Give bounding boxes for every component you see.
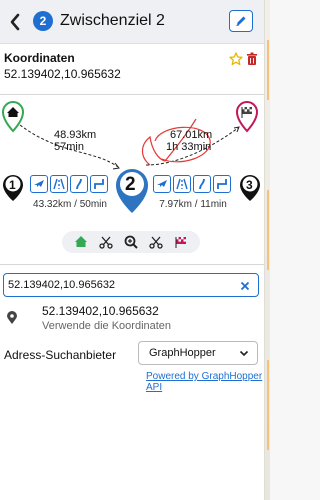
star-icon[interactable] [229,52,243,66]
right-segment-duration: 1h 33min [166,141,212,153]
mode-motorway-right[interactable] [173,175,191,193]
provider-select[interactable]: GraphHopper [138,341,258,365]
set-destination-button[interactable] [173,234,189,250]
map-road [267,190,269,270]
trash-icon[interactable] [246,52,258,66]
mode-plane-left[interactable] [30,175,48,193]
map-edge[interactable] [264,0,270,500]
suggestion-subtitle: Verwende die Koordinaten [42,320,172,332]
mode-road-left[interactable] [70,175,88,193]
route-icon [94,179,104,189]
marker-2-number: 2 [125,174,136,195]
mode-plane-right[interactable] [153,175,171,193]
route-tools-bar [62,231,200,253]
right-leg-summary: 7.97km / 11min [159,199,227,210]
marker-1-number: 1 [9,178,16,192]
edit-button[interactable] [229,10,253,32]
chevron-down-icon [239,350,249,357]
divider [0,264,264,265]
start-marker[interactable] [1,101,25,133]
set-start-button[interactable] [73,234,89,250]
mode-route-right[interactable] [213,175,231,193]
powered-by-link[interactable]: Powered by GraphHopper API [146,371,270,393]
route-icon [217,179,227,189]
map-pin-icon [7,311,17,324]
motorway-icon [53,178,65,190]
waypoint-panel: 2 Zwischenziel 2 Koordinaten 52.139402,1… [0,0,270,500]
provider-label: Adress-Suchanbieter [4,348,117,362]
chevron-left-icon [10,13,20,31]
provider-selected: GraphHopper [149,347,216,359]
left-leg-summary: 43.32km / 50min [33,199,107,210]
mode-motorway-left[interactable] [50,175,68,193]
split-right-button[interactable] [148,234,164,250]
map-road [267,360,269,450]
zoom-icon [124,235,138,249]
search-suggestion[interactable]: 52.139402,10.965632 Verwende die Koordin… [0,302,264,334]
plane-icon [34,180,44,187]
mode-road-right[interactable] [193,175,211,193]
coordinates-label: Koordinaten [4,51,75,65]
pencil-icon [236,16,246,26]
right-mode-group [153,175,233,193]
plane-icon [157,180,167,187]
scissors-icon [99,236,113,249]
map-road [267,40,269,100]
split-left-button[interactable] [98,234,114,250]
header-bar: 2 Zwischenziel 2 [0,0,264,44]
road-icon [76,178,82,190]
motorway-icon [176,178,188,190]
mode-route-left[interactable] [90,175,108,193]
page-title: Zwischenziel 2 [60,12,165,29]
clear-button[interactable] [240,276,250,294]
left-segment-distance: 48.93km [54,129,97,141]
left-segment-duration: 57min [54,141,84,153]
search-box [3,273,259,297]
suggestion-title: 52.139402,10.965632 [42,304,159,318]
right-segment-distance: 67.01km [170,129,213,141]
route-diagram: 1 3 2 48.93km 57min 67.01km 1h 33min 43.… [0,95,264,255]
road-icon [199,178,205,190]
home-icon [74,236,87,247]
marker-3-number: 3 [246,178,253,192]
zoom-button[interactable] [123,234,139,250]
end-marker[interactable] [235,101,259,133]
close-icon [240,281,250,291]
scissors-icon [149,236,163,249]
waypoint-number-badge: 2 [33,11,53,31]
flag-icon [175,237,187,248]
back-button[interactable] [8,12,24,32]
coordinates-value: 52.139402,10.965632 [4,67,121,81]
left-mode-group [30,175,110,193]
search-input[interactable] [8,277,228,293]
